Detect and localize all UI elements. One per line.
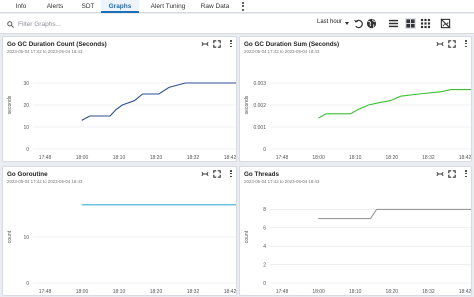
x-tick-label: 18:42: [459, 155, 471, 161]
x-tick-label: 18:20: [386, 289, 399, 295]
panel-actions: [201, 40, 233, 49]
y-tick-label: 0: [263, 281, 266, 287]
x-tick-label: 18:20: [150, 289, 163, 295]
fullscreen-icon[interactable]: [213, 170, 221, 178]
panel-title: Go Threads: [244, 171, 279, 178]
tab-sdt[interactable]: SDT: [76, 0, 100, 13]
graph-panel-go-goroutine: Go Goroutine 2023-05-04 17:42 to 2023-05…: [2, 166, 237, 296]
x-tick-label: 18:32: [187, 289, 200, 295]
y-tick-label: 0: [26, 281, 29, 287]
y-axis-label: seconds: [7, 95, 13, 114]
x-tick-label: 18:10: [113, 289, 126, 295]
time-range-select[interactable]: Last hour: [317, 19, 342, 25]
more-options-icon[interactable]: [464, 40, 468, 49]
y-tick-label: 0.001: [253, 125, 266, 131]
panel-actions: [201, 170, 233, 179]
x-tick-label: 18:10: [113, 155, 126, 161]
zoom-icon[interactable]: [201, 170, 209, 178]
filter-graphs-input[interactable]: [5, 18, 205, 31]
y-tick-label: 0.003: [253, 81, 266, 87]
tab-alert-tuning[interactable]: Alert Tuning: [145, 0, 191, 13]
series-line: [81, 82, 236, 121]
x-tick-label: 17:48: [39, 289, 52, 295]
x-tick-label: 18:42: [459, 289, 471, 295]
fullscreen-icon[interactable]: [448, 170, 456, 178]
tab-alerts[interactable]: Alerts: [40, 0, 70, 13]
tab-graphs[interactable]: Graphs: [101, 0, 139, 13]
y-axis-label: count: [244, 230, 250, 243]
y-tick-label: 20: [23, 103, 29, 109]
x-tick-label: 18:32: [187, 155, 200, 161]
series-line: [318, 208, 471, 220]
graph-panel-gc-duration-count: Go GC Duration Count (Seconds) 2023-05-0…: [2, 36, 237, 162]
y-tick-label: 10: [23, 235, 29, 241]
y-axis-label: seconds: [244, 95, 250, 114]
fullscreen-icon[interactable]: [448, 40, 456, 48]
more-options-icon[interactable]: [229, 170, 233, 179]
y-tick-label: 4: [263, 244, 266, 250]
tab-bar: Info Alerts SDT Graphs Alert Tuning Raw …: [0, 0, 474, 13]
x-tick-label: 18:32: [422, 289, 435, 295]
chevron-down-icon[interactable]: [345, 22, 349, 25]
x-tick-label: 18:10: [349, 155, 362, 161]
more-options-icon[interactable]: [464, 170, 468, 179]
grid-view-icon[interactable]: [405, 18, 416, 29]
y-tick-label: 30: [23, 81, 29, 87]
graph-panel-go-threads: Go Threads 2023-05-04 17:42 to 2023-05-0…: [239, 166, 472, 296]
more-tabs-icon[interactable]: [238, 0, 248, 13]
y-tick-label: 8: [263, 207, 266, 213]
list-view-icon[interactable]: [388, 18, 399, 29]
x-tick-label: 18:20: [150, 155, 163, 161]
line-chart: 0 2 4 6 8 count 17:48 18:00 18:10 18:20 18:32 18:42: [244, 207, 471, 295]
x-tick-label: 18:20: [386, 155, 399, 161]
panel-actions: [436, 170, 468, 179]
y-tick-label: 0: [26, 147, 29, 153]
x-tick-label: 18:00: [76, 155, 89, 161]
zoom-icon[interactable]: [436, 40, 444, 48]
x-tick-label: 17:48: [276, 155, 289, 161]
x-tick-label: 18:42: [224, 289, 236, 295]
x-tick-label: 18:00: [76, 289, 89, 295]
tile-view-icon[interactable]: [420, 18, 431, 29]
x-tick-label: 17:48: [39, 155, 52, 161]
y-tick-label: 0: [263, 147, 266, 153]
tab-info[interactable]: Info: [8, 0, 34, 13]
x-tick-label: 18:00: [312, 155, 325, 161]
zoom-icon[interactable]: [436, 170, 444, 178]
panel-title: Go GC Duration Count (Seconds): [7, 41, 107, 48]
x-tick-label: 18:42: [224, 155, 236, 161]
panel-time-range: 2023-05-04 17:42 to 2023-05-04 18:43: [244, 49, 320, 54]
y-tick-label: 10: [23, 125, 29, 131]
x-tick-label: 18:10: [349, 289, 362, 295]
panel-time-range: 2023-05-04 17:42 to 2023-05-04 18:43: [244, 179, 320, 184]
fullscreen-icon[interactable]: [213, 40, 221, 48]
x-tick-label: 18:32: [422, 155, 435, 161]
y-tick-label: 0.002: [253, 103, 266, 109]
zoom-icon[interactable]: [201, 40, 209, 48]
line-chart: 0 0.001 0.002 0.003 seconds 17:48 18:00 18:10 18…: [244, 81, 471, 161]
y-tick-label: 2: [263, 262, 266, 268]
y-axis-label: count: [7, 230, 13, 243]
no-image-icon[interactable]: [440, 18, 451, 29]
graph-toolbar: Last hour: [0, 14, 474, 34]
x-tick-label: 18:00: [312, 289, 325, 295]
line-chart: 0 10 count 17:48 18:00 18:10 18:20 18:32 18:42: [7, 204, 236, 295]
globe-icon[interactable]: [366, 18, 377, 29]
graph-panel-gc-duration-sum: Go GC Duration Sum (Seconds) 2023-05-04 …: [239, 36, 472, 162]
line-chart: 0 10 20 30 seconds 17:48 18:00 18:10 18:20 18:32 1…: [7, 81, 236, 161]
panel-time-range: 2023-05-04 17:42 to 2023-05-04 18:43: [7, 179, 83, 184]
filter-box: [5, 18, 205, 31]
undo-icon[interactable]: [353, 18, 364, 29]
panel-title: Go Goroutine: [7, 171, 48, 178]
panel-title: Go GC Duration Sum (Seconds): [244, 41, 340, 48]
tab-raw-data[interactable]: Raw Data: [197, 0, 233, 13]
series-line: [317, 89, 471, 119]
more-options-icon[interactable]: [229, 40, 233, 49]
panel-actions: [436, 40, 468, 49]
x-tick-label: 17:48: [276, 289, 289, 295]
y-tick-label: 6: [263, 226, 266, 232]
panel-time-range: 2023-05-04 17:42 to 2023-05-04 18:43: [7, 49, 83, 54]
